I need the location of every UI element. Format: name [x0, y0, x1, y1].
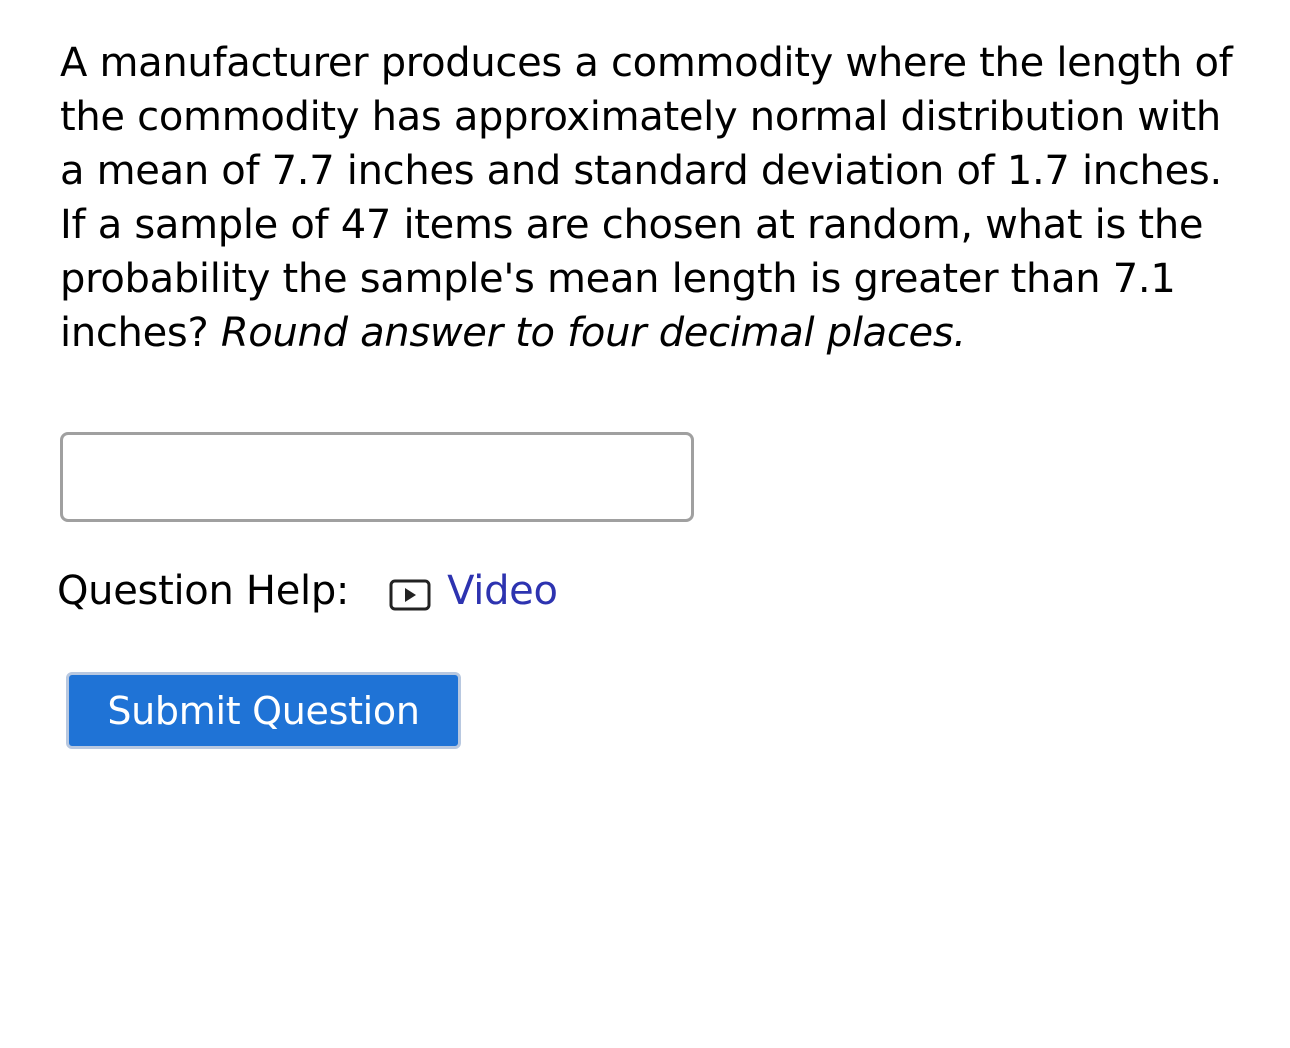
play-video-icon — [389, 575, 431, 611]
question-instruction: Round answer to four decimal places. — [220, 310, 966, 356]
submit-question-button[interactable]: Submit Question — [66, 672, 461, 749]
answer-input[interactable] — [60, 432, 694, 522]
video-help-link[interactable]: Video — [389, 568, 558, 614]
question-help-label: Question Help: — [57, 568, 350, 614]
question-help-row: Question Help: Video — [57, 566, 558, 616]
question-text-block: A manufacturer produces a commodity wher… — [60, 36, 1240, 360]
question-body: A manufacturer produces a commodity wher… — [60, 40, 1233, 356]
video-link-label: Video — [447, 568, 558, 614]
